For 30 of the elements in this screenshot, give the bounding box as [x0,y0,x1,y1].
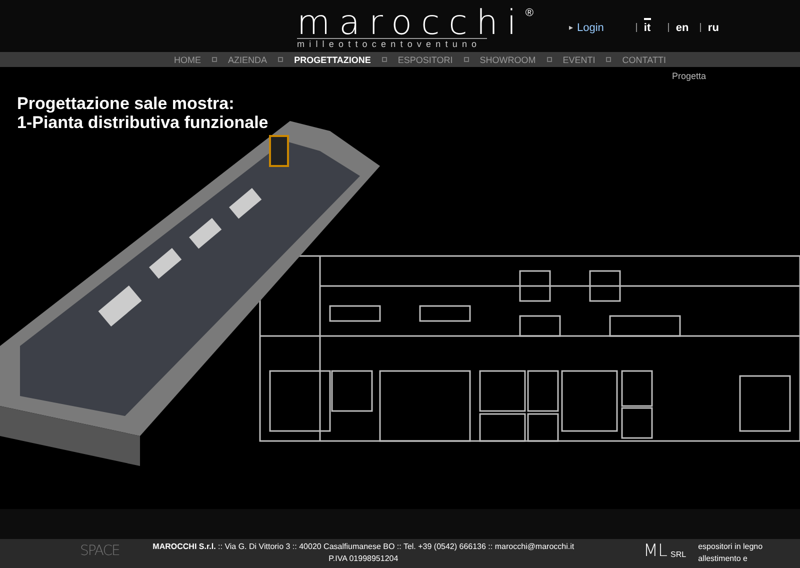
footer-tagline: espositori in legno [698,541,763,553]
separator-icon [546,57,552,62]
ml-logo-suffix: SRL [670,549,686,561]
nav-link[interactable]: HOME [174,54,202,66]
separator-icon [464,57,469,62]
nav-link[interactable]: CONTATTI [622,54,666,66]
footer-tagline: allestimento e [698,553,748,565]
page-heading: Progettazione sale mostra: [17,94,236,113]
logo-wordmark[interactable]: marocchi [297,8,526,38]
company-address: MAROCCHI S.r.l. :: Via G. Di Vittorio 3 :: 40020 Casalfiumanese BO :: Tel. +39 (0542) 666136 :: marocchi@marocchi.it [152,541,574,553]
separator-icon [606,57,612,62]
breadcrumb-link[interactable]: Progetta [672,70,706,84]
separator-icon [278,57,284,62]
ml-logo[interactable]: ML [643,541,668,561]
language-link[interactable]: it [644,18,651,36]
page-heading: 1-Pianta distributiva funzionale [17,113,268,132]
language-link[interactable]: en [676,18,689,36]
language-link[interactable]: ru [708,18,719,36]
nav-link[interactable]: ESPOSITORI [398,54,453,66]
logo-tagline: milleottocentoventuno [297,38,487,49]
registered-mark: ® [525,8,534,19]
nav-link[interactable]: PROGETTAZIONE [294,54,371,66]
nav-link[interactable]: SHOWROOM [480,54,536,66]
login-arrow-icon: ▸ [569,22,573,34]
nav-link[interactable]: AZIENDA [228,54,268,66]
separator-icon [212,57,218,62]
separator-icon [382,57,387,62]
nav-link[interactable]: EVENTI [562,54,596,66]
login-link[interactable]: Login [577,20,604,36]
vat-number: P.IVA 01998951204 [328,553,398,564]
